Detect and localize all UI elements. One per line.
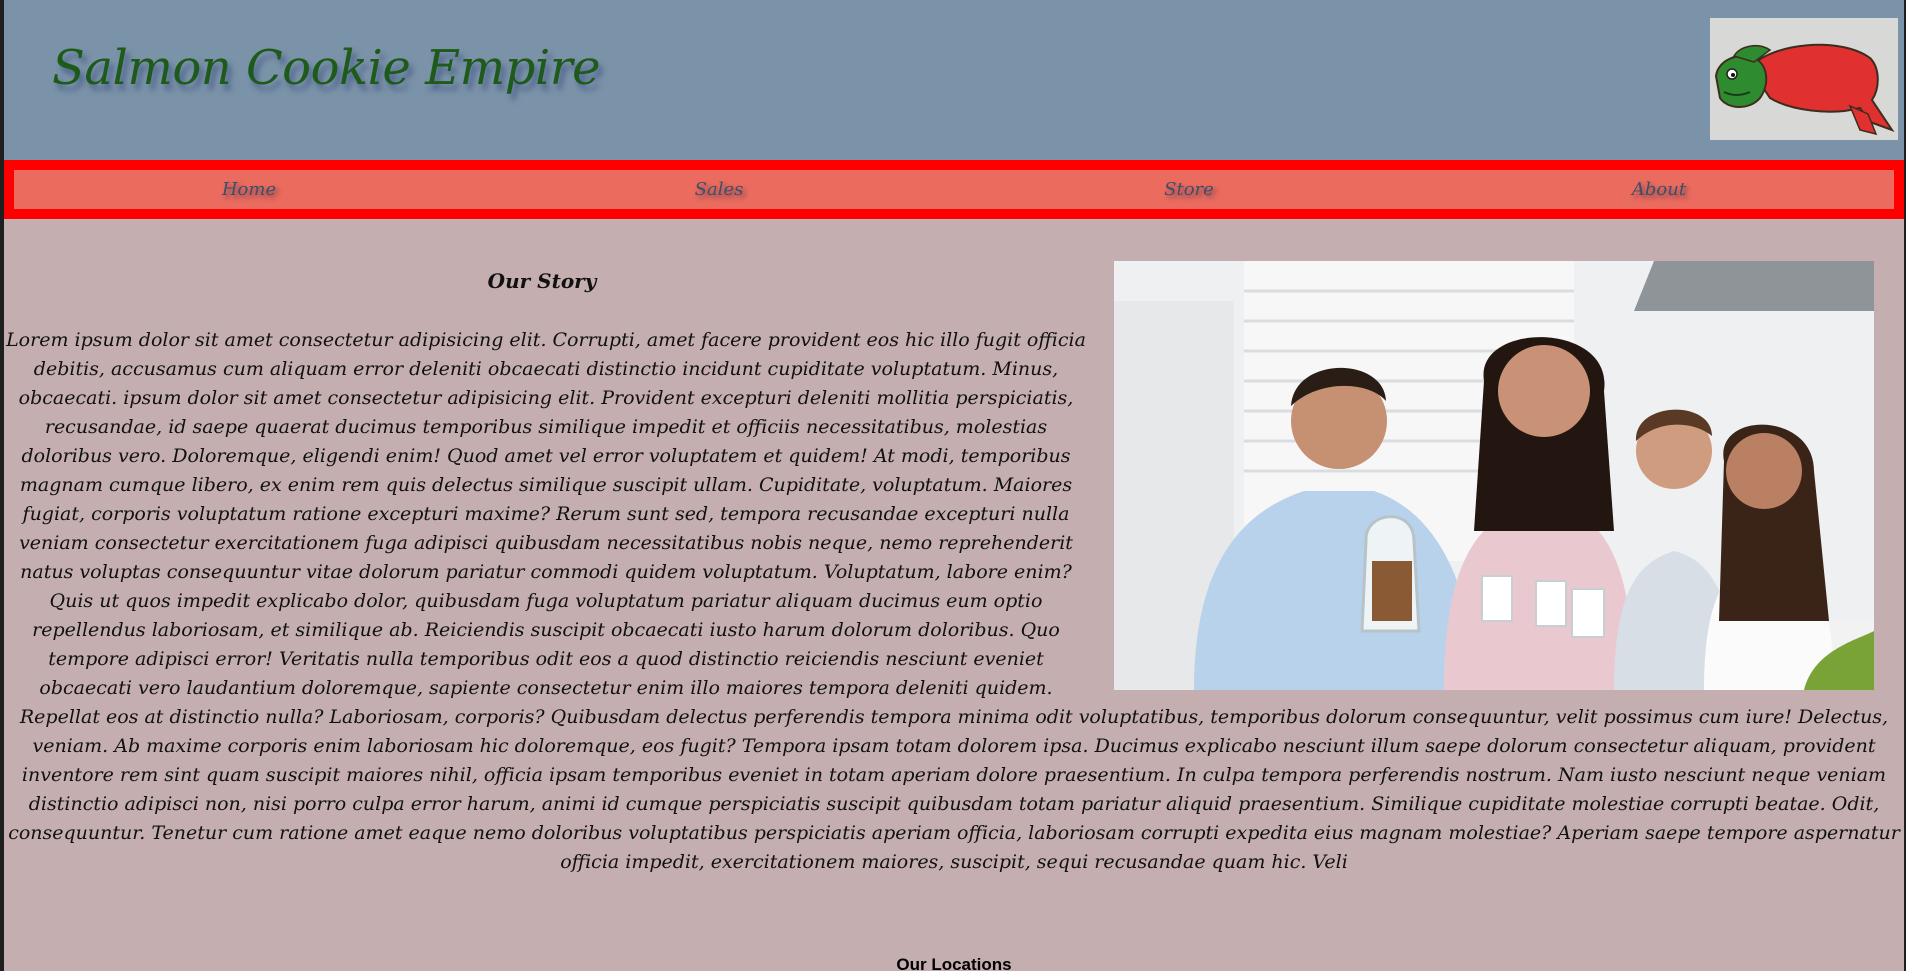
nav-bar: Home Sales Store About [14,170,1894,209]
family-kitchen-photo [1114,261,1874,690]
site-title: Salmon Cookie Empire [52,40,601,96]
locations-title: Our Locations [896,955,1012,971]
page: Salmon Cookie Empire Home Sales Store Ab… [4,0,1904,971]
salmon-cookie-logo-icon[interactable] [1710,18,1898,140]
story-title: Our Story [487,269,597,293]
nav-item-home[interactable]: Home [14,170,484,209]
nav-item-store[interactable]: Store [954,170,1424,209]
nav-item-sales[interactable]: Sales [484,170,954,209]
main-content: Our Story Lorem ipsum dolor sit amet con… [4,219,1904,877]
site-header: Salmon Cookie Empire [4,0,1904,160]
main-nav: Home Sales Store About [4,160,1904,219]
nav-item-about[interactable]: About [1424,170,1894,209]
